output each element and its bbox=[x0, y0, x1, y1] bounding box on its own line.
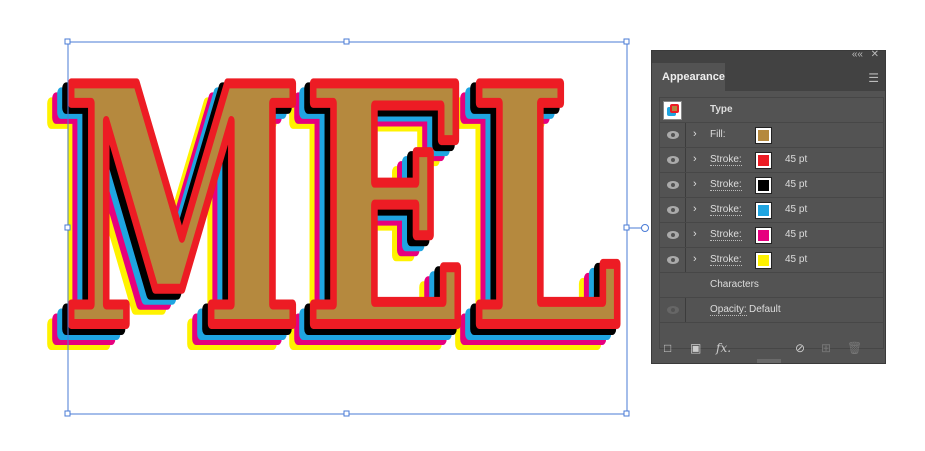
add-new-stroke-icon[interactable]: □ bbox=[664, 341, 671, 355]
stroke-weight[interactable]: 45 pt bbox=[785, 229, 807, 240]
color-swatch[interactable] bbox=[755, 177, 772, 194]
duplicate-item-icon[interactable]: ⊞ bbox=[821, 341, 831, 355]
close-icon[interactable]: ✕ bbox=[871, 49, 879, 60]
row-label: Fill: bbox=[710, 129, 726, 140]
stroke-row[interactable]: › Stroke: 45 pt bbox=[660, 248, 883, 273]
resize-grip[interactable] bbox=[757, 359, 781, 363]
opacity-label[interactable]: Opacity: bbox=[710, 304, 747, 316]
opacity-value: Default bbox=[749, 304, 781, 315]
chevron-right-icon[interactable]: › bbox=[693, 203, 697, 215]
type-row[interactable]: Type bbox=[660, 98, 883, 123]
add-new-fill-icon[interactable]: ▣ bbox=[690, 341, 701, 355]
row-label[interactable]: Stroke: bbox=[710, 154, 742, 166]
characters-row[interactable]: Characters bbox=[660, 273, 883, 298]
color-swatch[interactable] bbox=[755, 152, 772, 169]
stroke-row[interactable]: › Stroke: 45 pt bbox=[660, 223, 883, 248]
panel-menu-icon[interactable]: ☰ bbox=[868, 71, 879, 85]
visibility-eye-icon[interactable] bbox=[667, 231, 679, 239]
type-thumbnail-icon bbox=[663, 101, 682, 120]
type-label: Type bbox=[710, 104, 733, 115]
appearance-list: Type › Fill: › Stroke: 45 pt › Stroke: 4… bbox=[659, 97, 884, 349]
visibility-eye-icon[interactable] bbox=[667, 156, 679, 164]
mel-text: MEL bbox=[62, 14, 622, 402]
visibility-eye-icon[interactable] bbox=[667, 256, 679, 264]
color-swatch[interactable] bbox=[755, 227, 772, 244]
color-swatch[interactable] bbox=[755, 127, 772, 144]
delete-icon[interactable]: 🗑 bbox=[847, 341, 862, 355]
row-label[interactable]: Stroke: bbox=[710, 204, 742, 216]
stroke-weight[interactable]: 45 pt bbox=[785, 154, 807, 165]
tab-appearance[interactable]: Appearance bbox=[652, 63, 725, 91]
stroke-row[interactable]: › Stroke: 45 pt bbox=[660, 173, 883, 198]
stroke-weight[interactable]: 45 pt bbox=[785, 204, 807, 215]
visibility-eye-icon[interactable] bbox=[667, 306, 679, 314]
row-label[interactable]: Stroke: bbox=[710, 229, 742, 241]
row-label[interactable]: Stroke: bbox=[710, 179, 742, 191]
visibility-eye-icon[interactable] bbox=[667, 206, 679, 214]
characters-label: Characters bbox=[710, 279, 759, 290]
fill-row[interactable]: › Fill: bbox=[660, 123, 883, 148]
clear-appearance-icon[interactable]: ⊘ bbox=[795, 341, 805, 355]
visibility-eye-icon[interactable] bbox=[667, 181, 679, 189]
stroke-row[interactable]: › Stroke: 45 pt bbox=[660, 148, 883, 173]
chevron-right-icon[interactable]: › bbox=[693, 228, 697, 240]
collapse-icon[interactable]: «« bbox=[852, 49, 863, 60]
panel-titlebar[interactable]: «« ✕ bbox=[652, 49, 885, 63]
chevron-right-icon[interactable]: › bbox=[693, 253, 697, 265]
row-label[interactable]: Stroke: bbox=[710, 254, 742, 266]
color-swatch[interactable] bbox=[755, 252, 772, 269]
chevron-right-icon[interactable]: › bbox=[693, 128, 697, 140]
chevron-right-icon[interactable]: › bbox=[693, 178, 697, 190]
stroke-weight[interactable]: 45 pt bbox=[785, 254, 807, 265]
fx-icon[interactable]: fx. bbox=[716, 341, 731, 355]
rotate-handle[interactable] bbox=[641, 224, 649, 232]
color-swatch[interactable] bbox=[755, 202, 772, 219]
stroke-weight[interactable]: 45 pt bbox=[785, 179, 807, 190]
appearance-panel: «« ✕ Appearance ☰ Type › Fill: › Stroke:… bbox=[651, 49, 886, 364]
stroke-row[interactable]: › Stroke: 45 pt bbox=[660, 198, 883, 223]
opacity-row[interactable]: Opacity: Default bbox=[660, 298, 883, 323]
chevron-right-icon[interactable]: › bbox=[693, 153, 697, 165]
visibility-eye-icon[interactable] bbox=[667, 131, 679, 139]
